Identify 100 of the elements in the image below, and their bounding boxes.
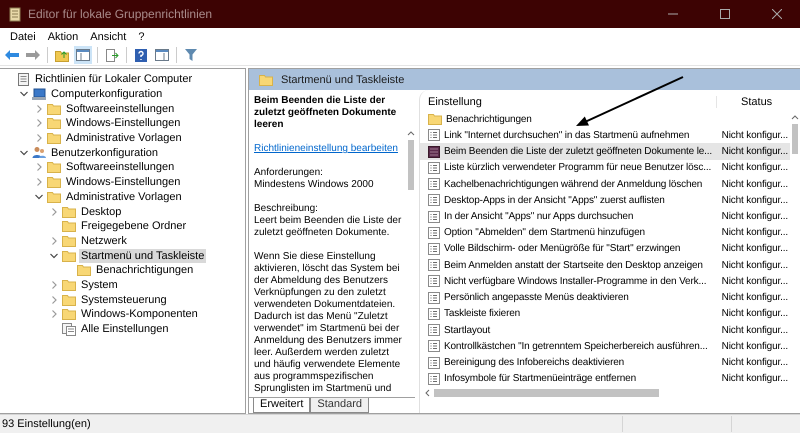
status-cell-text: Nicht konfigur... bbox=[722, 340, 789, 352]
setting-name: Volle Bildschirm- oder Menügröße für "Start" erzwingen bbox=[444, 243, 682, 254]
scroll-up-icon[interactable] bbox=[791, 114, 799, 120]
list-row[interactable]: Desktop-Apps in der Ansicht "Apps" zuerst auflisten Nicht konfigur... bbox=[420, 192, 790, 208]
chevron-down-icon[interactable] bbox=[49, 250, 59, 261]
folder-icon bbox=[47, 161, 61, 174]
tree-item[interactable]: Computerkonfiguration bbox=[49, 87, 164, 102]
help-button[interactable] bbox=[132, 46, 150, 64]
list-row[interactable]: Kachelbenachrichtigungen während der Anmeldung löschen Nicht konfigur... bbox=[420, 176, 790, 192]
window-title: Editor für lokale Gruppenrichtlinien bbox=[28, 7, 214, 21]
tree-item[interactable]: Windows-Einstellungen bbox=[64, 116, 182, 130]
column-header[interactable]: Einstellung bbox=[420, 96, 717, 108]
tree-item[interactable]: Administrative Vorlagen bbox=[64, 190, 184, 204]
view-tab[interactable]: Erweitert bbox=[253, 398, 310, 413]
scroll-left-icon[interactable] bbox=[424, 389, 430, 397]
chevron-right-icon[interactable] bbox=[49, 294, 59, 305]
chevron-right-icon[interactable] bbox=[34, 162, 44, 172]
tree-item[interactable]: Desktop bbox=[79, 204, 124, 219]
status-cell-text: Nicht konfigur... bbox=[722, 243, 789, 254]
chevron-right-icon[interactable] bbox=[34, 118, 44, 128]
folder-icon bbox=[62, 250, 76, 262]
status-cell-text: Nicht konfigur... bbox=[722, 227, 789, 238]
folder-icon bbox=[428, 113, 442, 126]
menu-item[interactable]: Ansicht bbox=[84, 30, 132, 42]
status-cell-text: Nicht konfigur... bbox=[722, 162, 789, 174]
description-label: Beschreibung: bbox=[254, 203, 319, 215]
setting-name: Beim Anmelden anstatt der Startseite den Desktop anzeigen bbox=[444, 260, 704, 271]
tree-item[interactable]: Windows-Einstellungen bbox=[64, 175, 182, 190]
status-cell-text: Nicht konfigur... bbox=[722, 276, 789, 287]
list-row[interactable]: Startlayout Nicht konfigur... bbox=[420, 322, 790, 338]
status-cell-text: Nicht konfigur... bbox=[722, 308, 789, 320]
list-row[interactable]: Benachrichtigungen bbox=[420, 111, 790, 128]
filter-button[interactable] bbox=[182, 46, 200, 64]
tree-item[interactable]: Benachrichtigungen bbox=[94, 263, 196, 278]
console-tree-button[interactable] bbox=[74, 46, 92, 64]
column-header[interactable]: Status bbox=[717, 96, 800, 108]
chevron-right-icon[interactable] bbox=[34, 133, 44, 144]
chevron-down-icon[interactable] bbox=[19, 148, 29, 158]
chevron-right-icon[interactable] bbox=[34, 177, 44, 188]
tree-item[interactable]: Startmenü und Taskleiste bbox=[79, 248, 206, 263]
list-row[interactable]: Liste kürzlich verwendeter Programm für neue Benutzer lösc... Nicht konfigur... bbox=[420, 160, 790, 176]
list-row[interactable]: Beim Beenden die Liste der zuletzt geöffneten Dokumente le... Nicht konfigur... bbox=[420, 143, 790, 160]
menu-item[interactable]: Datei bbox=[4, 30, 42, 42]
document-icon bbox=[17, 72, 30, 86]
folder-icon bbox=[62, 234, 76, 247]
list-row[interactable]: Link "Internet durchsuchen" in das Startmenü aufnehmen Nicht konfigur... bbox=[420, 127, 790, 144]
tree-item[interactable]: Windows-Komponenten bbox=[79, 307, 200, 322]
status-cell-text: Nicht konfigur... bbox=[722, 146, 789, 158]
setting-name: Benachrichtigungen bbox=[446, 114, 533, 125]
setting-name: In der Ansicht "Apps" nur Apps durchsuchen bbox=[444, 211, 634, 222]
scroll-up-icon[interactable] bbox=[407, 130, 415, 136]
chevron-right-icon[interactable] bbox=[34, 104, 44, 114]
folder-icon bbox=[47, 102, 61, 115]
tree-item[interactable]: Softwareeinstellungen bbox=[64, 102, 176, 116]
menu-item[interactable]: ? bbox=[132, 30, 150, 42]
action-pane-button[interactable] bbox=[153, 46, 171, 64]
folder-icon bbox=[47, 176, 61, 188]
list-row[interactable]: Option "Abmelden" dem Startmenü hinzufügen Nicht konfigur... bbox=[420, 224, 790, 241]
list-row[interactable]: Infosymbole für Startmenüeinträge entfernen Nicht konfigur... bbox=[420, 370, 790, 387]
list-row[interactable]: In der Ansicht "Apps" nur Apps durchsuchen Nicht konfigur... bbox=[420, 208, 790, 225]
chevron-right-icon[interactable] bbox=[49, 206, 59, 217]
list-row[interactable]: Kontrollkästchen "In getrenntem Speicherbereich ausführen... Nicht konfigur... bbox=[420, 338, 790, 355]
scroll-thumb[interactable] bbox=[792, 124, 798, 154]
setting-icon bbox=[428, 372, 440, 385]
setting-icon bbox=[428, 356, 440, 369]
requirements-label: Anforderungen: bbox=[254, 167, 324, 179]
tree-item[interactable]: Freigegebene Ordner bbox=[79, 219, 188, 234]
setting-name: Persönlich angepasste Menüs deaktivieren bbox=[444, 292, 630, 304]
folder-icon bbox=[47, 190, 61, 203]
tree-item[interactable]: Netzwerk bbox=[79, 234, 129, 248]
list-row[interactable]: Bereinigung des Infobereichs deaktivieren Nicht konfigur... bbox=[420, 354, 790, 371]
list-row[interactable]: Beim Anmelden anstatt der Startseite den Desktop anzeigen Nicht konfigur... bbox=[420, 257, 790, 274]
tree-item[interactable]: Alle Einstellungen bbox=[79, 322, 170, 336]
chevron-right-icon[interactable] bbox=[49, 309, 59, 320]
status-cell-text: Nicht konfigur... bbox=[722, 357, 789, 368]
setting-icon bbox=[428, 146, 440, 158]
tree-item[interactable]: Administrative Vorlagen bbox=[64, 131, 184, 146]
scroll-thumb[interactable] bbox=[408, 140, 414, 190]
menu-item[interactable]: Aktion bbox=[42, 30, 84, 42]
tree-item[interactable]: Softwareeinstellungen bbox=[64, 160, 176, 174]
list-row[interactable]: Taskleiste fixieren Nicht konfigur... bbox=[420, 306, 790, 322]
setting-name: Startlayout bbox=[444, 324, 492, 336]
view-tab[interactable]: Standard bbox=[310, 398, 370, 413]
setting-name: Taskleiste fixieren bbox=[444, 308, 522, 320]
list-row[interactable]: Volle Bildschirm- oder Menügröße für "Start" erzwingen Nicht konfigur... bbox=[420, 240, 790, 258]
scroll-thumb[interactable] bbox=[434, 389, 659, 397]
list-row[interactable]: Nicht verfügbare Windows Installer-Programme in den Verk... Nicht konfigur... bbox=[420, 273, 790, 290]
export-list-button[interactable] bbox=[103, 46, 121, 64]
chevron-down-icon[interactable] bbox=[34, 192, 44, 202]
tree-item[interactable]: Richtlinien für Lokaler Computer bbox=[33, 72, 194, 86]
status-cell-text: Nicht konfigur... bbox=[722, 178, 789, 190]
tree-item[interactable]: Systemsteuerung bbox=[79, 292, 169, 307]
tree-item[interactable]: System bbox=[79, 278, 120, 292]
list-row[interactable]: Persönlich angepasste Menüs deaktivieren Nicht konfigur... bbox=[420, 290, 790, 306]
chevron-right-icon[interactable] bbox=[49, 280, 59, 290]
setting-name: Infosymbole für Startmenüeinträge entfernen bbox=[444, 373, 637, 384]
edit-policy-link[interactable]: Richtlinieneinstellung bearbeiten bbox=[254, 143, 407, 155]
app-icon bbox=[8, 6, 22, 22]
chevron-right-icon[interactable] bbox=[49, 236, 59, 246]
tree-item[interactable]: Benutzerkonfiguration bbox=[49, 146, 160, 160]
